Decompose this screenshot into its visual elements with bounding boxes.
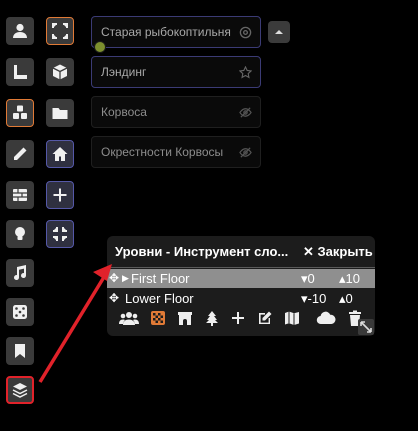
- tokens-filter-button[interactable]: [119, 310, 139, 331]
- level-row-first-floor[interactable]: ✥ ▶ First Floor ▾0 ▴10: [107, 269, 375, 288]
- add-button[interactable]: [46, 181, 74, 209]
- close-button[interactable]: ✕ Закрыть: [303, 244, 373, 260]
- level-bottom[interactable]: ▾0: [301, 271, 315, 287]
- home-icon: [52, 147, 68, 161]
- level-name[interactable]: First Floor: [131, 271, 190, 286]
- add-level-button[interactable]: [230, 310, 246, 331]
- levels-panel-header[interactable]: Уровни - Инструмент сло... ✕ Закрыть: [107, 236, 375, 266]
- user-icon: [13, 23, 27, 38]
- lightbulb-icon: [15, 227, 25, 240]
- plus-icon: [53, 188, 67, 202]
- cubes-icon: [13, 105, 27, 119]
- wall-controls-button[interactable]: [6, 181, 34, 209]
- target-icon: [239, 26, 252, 38]
- tree-filter-button[interactable]: [204, 310, 220, 331]
- weather-button[interactable]: [316, 310, 336, 331]
- scene-nav-collapse-button[interactable]: [268, 21, 290, 43]
- tile-controls-button[interactable]: [6, 99, 34, 127]
- scene-tab-smokehouse[interactable]: Старая рыбокоптильня: [91, 16, 261, 48]
- lighting-controls-button[interactable]: [6, 220, 34, 248]
- caret-right-icon: ▶: [122, 273, 129, 283]
- compress-button[interactable]: [46, 220, 74, 248]
- eye-slash-icon: [239, 146, 252, 158]
- random-tables-button[interactable]: [6, 298, 34, 326]
- drag-handle-icon[interactable]: ✥: [109, 271, 119, 285]
- level-bottom[interactable]: ▾-10: [301, 291, 326, 307]
- fullscreen-button[interactable]: [46, 17, 74, 45]
- header-divider: [107, 267, 375, 268]
- expand-icon: [52, 23, 68, 39]
- edit-icon: [259, 311, 272, 324]
- notes-controls-button[interactable]: [6, 337, 34, 365]
- brick-wall-icon: [13, 189, 27, 201]
- caret-up-icon: [275, 30, 283, 34]
- cloud-icon: [316, 311, 336, 325]
- scene-tab-korvosa[interactable]: Корвоса: [91, 96, 261, 128]
- pencil-icon: [14, 147, 27, 160]
- plus-icon: [232, 312, 244, 324]
- sound-controls-button[interactable]: [6, 259, 34, 287]
- ruler-icon: [14, 65, 27, 79]
- drawing-tools-button[interactable]: [6, 140, 34, 168]
- levels-panel-title: Уровни - Инструмент сло...: [115, 244, 289, 259]
- measure-controls-button[interactable]: [6, 58, 34, 86]
- scene-tab-korvosa-outskirts[interactable]: Окрестности Корвосы: [91, 136, 261, 168]
- eye-slash-icon: [239, 106, 252, 118]
- level-name[interactable]: Lower Floor: [125, 291, 194, 306]
- map-button[interactable]: [284, 310, 300, 331]
- tree-icon: [206, 311, 218, 326]
- users-icon: [119, 312, 139, 325]
- viewed-scene-indicator-icon: [94, 41, 106, 53]
- checkerboard-icon: [151, 311, 165, 325]
- token-controls-button[interactable]: [6, 17, 34, 45]
- star-icon: [239, 65, 252, 78]
- levels-panel: Уровни - Инструмент сло... ✕ Закрыть ✥ ▶…: [107, 236, 375, 336]
- resize-icon: [360, 321, 372, 333]
- folder-button[interactable]: [46, 99, 74, 127]
- 3d-canvas-button[interactable]: [46, 58, 74, 86]
- map-icon: [285, 311, 299, 325]
- folder-icon: [52, 108, 68, 119]
- music-note-icon: [14, 265, 27, 281]
- home-button[interactable]: [46, 140, 74, 168]
- edit-level-button[interactable]: [257, 310, 273, 331]
- level-top[interactable]: ▴10: [339, 271, 360, 287]
- bookmark-icon: [15, 344, 25, 358]
- compress-icon: [53, 227, 67, 241]
- cube-icon: [52, 64, 68, 80]
- scene-label: Старая рыбокоптильня: [101, 25, 231, 39]
- scene-label: Корвоса: [101, 105, 147, 119]
- roofs-filter-button[interactable]: [177, 310, 193, 331]
- level-top[interactable]: ▴0: [339, 291, 353, 307]
- scene-label: Окрестности Корвосы: [101, 145, 224, 159]
- tiles-filter-button[interactable]: [150, 310, 166, 331]
- dice-icon: [13, 305, 27, 319]
- archway-icon: [178, 312, 192, 325]
- drag-handle-icon[interactable]: ✥: [109, 291, 119, 305]
- scene-label: Лэндинг: [101, 65, 147, 79]
- level-row-lower-floor[interactable]: ✥ Lower Floor ▾-10 ▴0: [107, 289, 375, 308]
- scene-tab-landing[interactable]: Лэндинг: [91, 56, 261, 88]
- resize-handle[interactable]: [358, 319, 374, 335]
- levels-controls-button[interactable]: [6, 376, 34, 404]
- layers-icon: [12, 383, 28, 398]
